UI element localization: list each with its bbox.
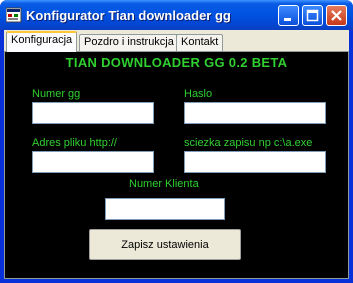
sciezka-zapisu-field[interactable] [184, 151, 326, 173]
sciezka-zapisu-label: sciezka zapisu np c:\a.exe [184, 137, 313, 149]
haslo-label: Haslo [184, 88, 213, 100]
window-client-area: Konfiguracja Pozdro i instrukcja Kontakt… [4, 30, 349, 279]
numer-klienta-label: Numer Klienta [129, 178, 199, 190]
tab-konfiguracja[interactable]: Konfiguracja [6, 31, 78, 52]
numer-gg-label: Numer gg [32, 88, 81, 100]
title-bar[interactable]: Konfigurator Tian downloader gg [0, 0, 353, 30]
haslo-field[interactable] [184, 102, 326, 124]
tab-kontakt[interactable]: Kontakt [176, 34, 224, 51]
minimize-button[interactable] [278, 5, 299, 26]
page-title: TIAN DOWNLOADER GG 0.2 BETA [65, 55, 288, 70]
maximize-button[interactable] [302, 5, 323, 26]
app-icon[interactable] [5, 7, 22, 23]
tab-pozdro-i-instrukcja[interactable]: Pozdro i instrukcja [79, 34, 179, 51]
adres-pliku-field[interactable] [32, 151, 154, 173]
minimize-icon [284, 18, 291, 21]
window-title: Konfigurator Tian downloader gg [26, 8, 231, 23]
adres-pliku-label: Adres pliku http:// [32, 137, 117, 149]
tab-strip: Konfiguracja Pozdro i instrukcja Kontakt [4, 30, 349, 52]
maximize-icon [306, 9, 319, 22]
config-panel: TIAN DOWNLOADER GG 0.2 BETA Numer gg Has… [4, 51, 349, 279]
numer-klienta-field[interactable] [105, 198, 225, 220]
save-settings-button[interactable]: Zapisz ustawienia [89, 229, 241, 260]
app-window: Konfigurator Tian downloader gg Konfigur… [0, 0, 353, 283]
close-icon [331, 10, 342, 21]
close-button[interactable] [326, 5, 347, 26]
numer-gg-field[interactable] [32, 102, 154, 124]
